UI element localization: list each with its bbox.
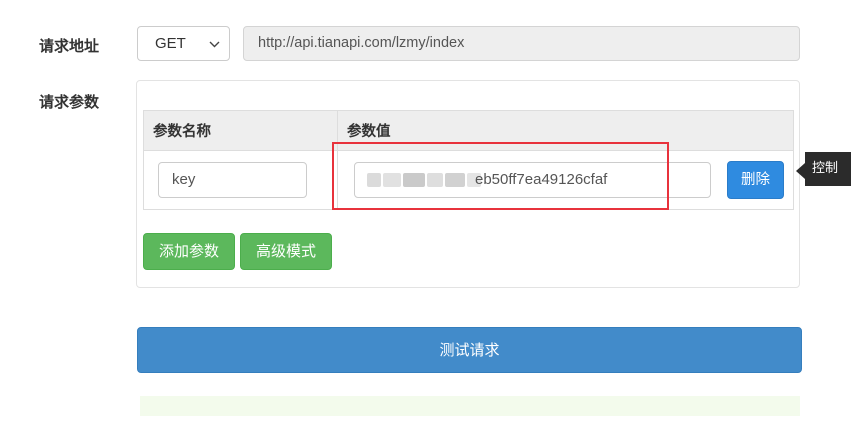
chevron-down-icon <box>209 41 220 48</box>
advanced-mode-button[interactable]: 高级模式 <box>240 233 332 270</box>
param-name-input[interactable]: key <box>158 162 307 198</box>
delete-param-button[interactable]: 删除 <box>727 161 784 199</box>
request-params-label: 请求参数 <box>39 93 100 111</box>
method-select[interactable]: GET <box>137 26 230 61</box>
tooltip: 控制 <box>805 152 851 186</box>
tooltip-arrow <box>796 163 805 179</box>
result-area <box>140 396 800 416</box>
value-highlight-box <box>332 142 669 210</box>
request-url-label: 请求地址 <box>39 37 100 55</box>
add-param-button[interactable]: 添加参数 <box>143 233 235 270</box>
column-header-name: 参数名称 <box>153 124 211 140</box>
method-value: GET <box>155 35 186 52</box>
test-request-button[interactable]: 测试请求 <box>137 327 802 373</box>
url-input[interactable]: http://api.tianapi.com/lzmy/index <box>243 26 800 61</box>
column-header-value: 参数值 <box>347 124 391 140</box>
